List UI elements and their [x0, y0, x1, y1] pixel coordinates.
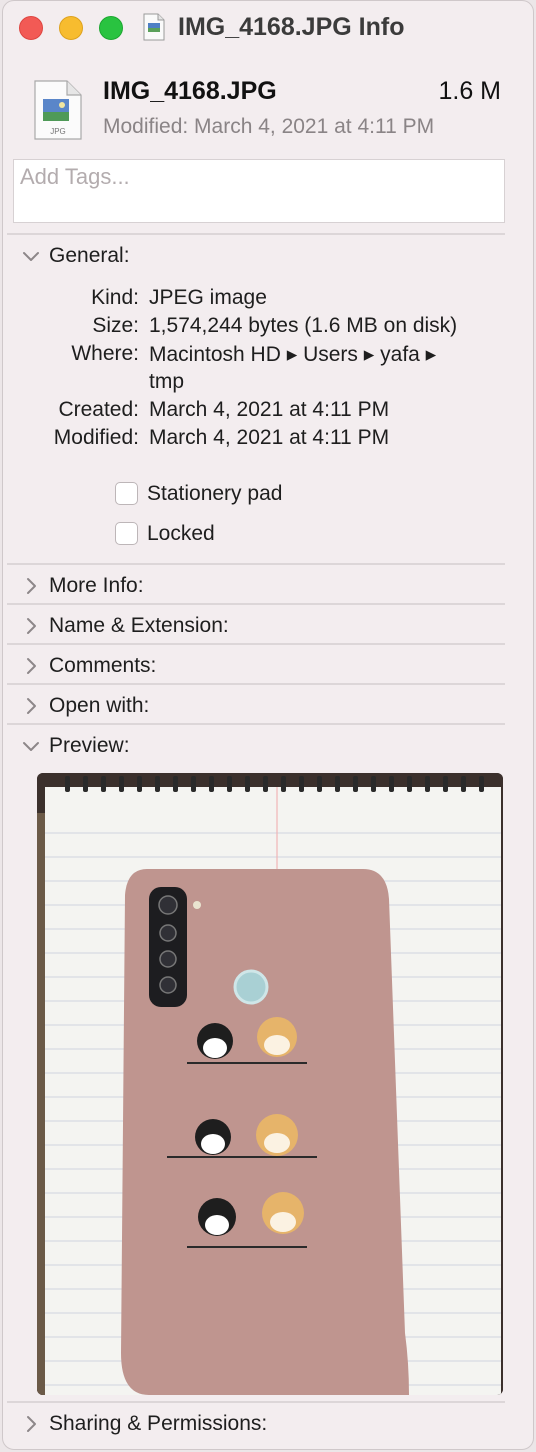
where-label: Where:: [71, 342, 139, 365]
section-more-info[interactable]: More Info:: [3, 567, 513, 605]
section-preview[interactable]: Preview:: [3, 727, 513, 765]
title-bar[interactable]: IMG_4168.JPG Info: [3, 1, 533, 55]
section-sharing-permissions[interactable]: Sharing & Permissions:: [3, 1405, 513, 1443]
info-window: IMG_4168.JPG Info JPG IMG_4168.JPG 1.6 M…: [2, 0, 534, 1450]
divider: [7, 723, 505, 725]
size-label: Size:: [92, 314, 139, 337]
tags-field[interactable]: [13, 159, 505, 223]
section-sharing-permissions-label: Sharing & Permissions:: [49, 1412, 268, 1435]
close-button[interactable]: [19, 16, 43, 40]
file-modified-date: Modified: March 4, 2021 at 4:11 PM: [103, 115, 435, 138]
section-comments[interactable]: Comments:: [3, 647, 513, 685]
stationery-pad-checkbox[interactable]: [115, 482, 138, 505]
preview-image[interactable]: [37, 773, 503, 1395]
tags-input[interactable]: [14, 160, 490, 190]
chevron-right-icon[interactable]: [21, 696, 41, 716]
divider: [7, 233, 505, 235]
minimize-button[interactable]: [59, 16, 83, 40]
window-resize-edge[interactable]: [521, 1, 533, 1449]
where-path-continued[interactable]: tmp: [149, 370, 184, 394]
created-value: March 4, 2021 at 4:11 PM: [149, 398, 390, 421]
section-name-extension[interactable]: Name & Extension:: [3, 607, 513, 645]
locked-checkbox[interactable]: [115, 522, 138, 545]
modified-label: Modified:: [53, 426, 139, 449]
document-icon[interactable]: [143, 13, 165, 41]
stationery-pad-label[interactable]: Stationery pad: [147, 482, 282, 506]
file-type-badge: JPG: [50, 127, 66, 136]
size-value: 1,574,244 bytes (1.6 MB on disk): [149, 314, 458, 337]
locked-label[interactable]: Locked: [147, 522, 215, 546]
section-general-label: General:: [49, 244, 130, 267]
chevron-right-icon[interactable]: [21, 576, 41, 596]
chevron-down-icon[interactable]: [21, 736, 41, 756]
chevron-right-icon[interactable]: [21, 616, 41, 636]
chevron-down-icon[interactable]: [21, 246, 41, 266]
window-title: IMG_4168.JPG Info: [178, 13, 405, 41]
section-general[interactable]: General:: [3, 237, 513, 275]
chevron-right-icon[interactable]: [21, 656, 41, 676]
chevron-right-icon[interactable]: [21, 1414, 41, 1434]
divider: [7, 603, 505, 605]
section-comments-label: Comments:: [49, 654, 157, 677]
kind-value: JPEG image: [149, 286, 267, 309]
section-more-info-label: More Info:: [49, 574, 144, 597]
file-size: 1.6 M: [438, 77, 501, 105]
section-name-extension-label: Name & Extension:: [49, 614, 229, 637]
divider: [7, 1401, 505, 1403]
created-label: Created:: [58, 398, 139, 421]
section-preview-label: Preview:: [49, 734, 130, 757]
divider: [7, 563, 505, 565]
divider: [7, 683, 505, 685]
kind-label: Kind:: [91, 286, 139, 309]
file-icon[interactable]: JPG: [33, 79, 83, 141]
divider: [7, 643, 505, 645]
preview-photo: [37, 773, 503, 1395]
modified-value: March 4, 2021 at 4:11 PM: [149, 426, 390, 449]
file-name: IMG_4168.JPG: [103, 77, 277, 105]
section-open-with-label: Open with:: [49, 694, 150, 717]
section-open-with[interactable]: Open with:: [3, 687, 513, 725]
zoom-button[interactable]: [99, 16, 123, 40]
where-path[interactable]: Macintosh HD ▸ Users ▸ yafa ▸: [149, 342, 436, 367]
